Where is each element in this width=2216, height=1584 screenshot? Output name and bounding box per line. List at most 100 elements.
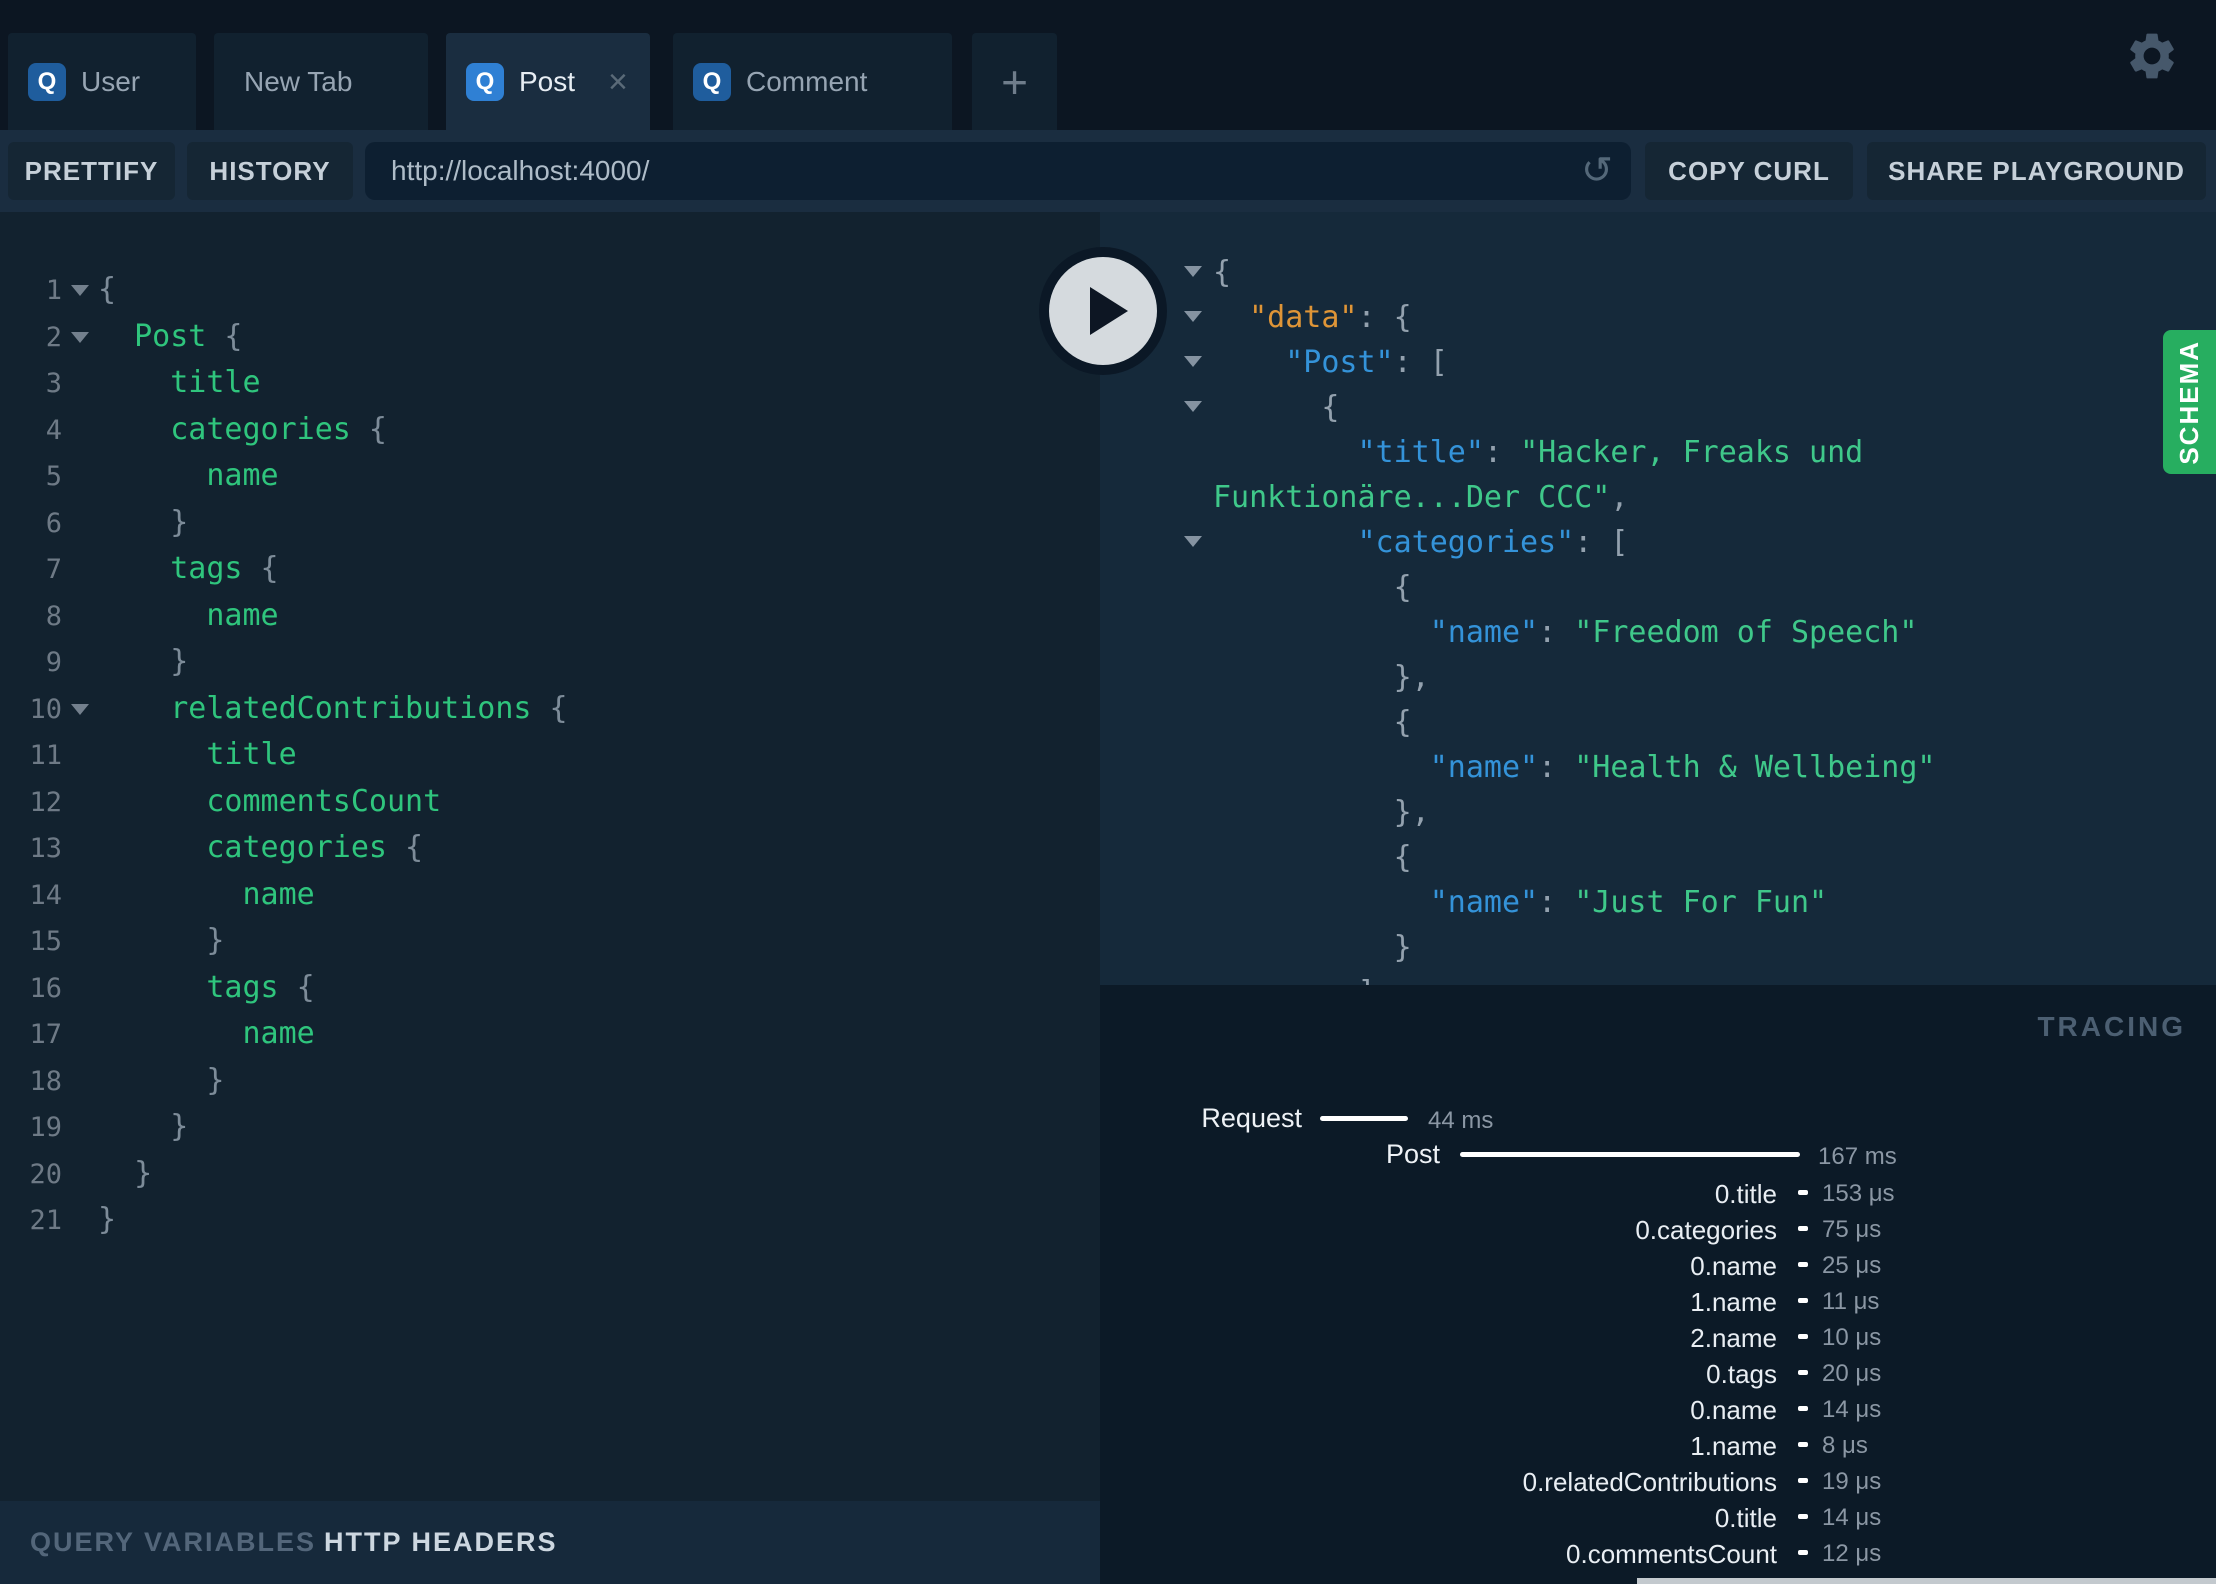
- resolver-bar: [1798, 1226, 1808, 1231]
- response-line: ]: [1100, 970, 2216, 985]
- fold-gutter[interactable]: [62, 314, 98, 360]
- code-line: 14 name: [0, 872, 1100, 919]
- execute-query-button[interactable]: [1039, 247, 1167, 375]
- resolver-path: 0.title: [1714, 1179, 1777, 1209]
- copy-curl-button[interactable]: COPY CURL: [1645, 142, 1853, 200]
- resolver-time: 10 μs: [1822, 1324, 1882, 1351]
- toolbar: PRETTIFY HISTORY http://localhost:4000/ …: [0, 130, 2216, 212]
- query-badge: Q: [28, 62, 66, 101]
- fold-arrow-icon[interactable]: [1184, 356, 1202, 367]
- tracing-row: 1.name 11 μs: [1100, 1283, 2216, 1319]
- code-text: categories {: [98, 411, 387, 447]
- code-text: tags {: [98, 969, 315, 1005]
- fold-gutter[interactable]: [62, 965, 98, 1011]
- response-line: },: [1213, 795, 1430, 830]
- fold-gutter[interactable]: [62, 267, 98, 313]
- close-tab-icon[interactable]: ×: [608, 65, 628, 99]
- line-number: 4: [45, 414, 62, 446]
- settings-gear-icon[interactable]: [2124, 28, 2180, 84]
- response-line: {: [1213, 705, 1412, 740]
- tracing-row: 0.title 153 μs: [1100, 1175, 2216, 1211]
- prettify-button[interactable]: PRETTIFY: [8, 142, 175, 200]
- code-text: Post {: [98, 318, 243, 354]
- line-number: 15: [29, 926, 62, 957]
- line-number: 10: [29, 693, 62, 725]
- code-text: {: [98, 272, 117, 307]
- fold-gutter[interactable]: [62, 1011, 98, 1057]
- response-line: "data": {: [1100, 295, 2216, 340]
- fold-gutter[interactable]: [62, 360, 98, 406]
- add-tab-button[interactable]: +: [972, 33, 1057, 130]
- code-text: }: [98, 1109, 189, 1144]
- resolver-time: 19 μs: [1822, 1468, 1882, 1495]
- fold-arrow-icon[interactable]: [1184, 536, 1202, 547]
- schema-tab[interactable]: SCHEMA: [2163, 330, 2216, 474]
- code-text: }: [98, 644, 189, 679]
- tracing-row: 1.name 8 μs: [1100, 1427, 2216, 1463]
- fold-arrow-icon[interactable]: [71, 285, 89, 296]
- code-line: 7 tags {: [0, 546, 1100, 593]
- code-line: 11 title: [0, 732, 1100, 779]
- fold-gutter[interactable]: [62, 453, 98, 499]
- endpoint-url-text: http://localhost:4000/: [391, 155, 650, 186]
- code-line: 1{: [0, 267, 1100, 314]
- resolver-path: 0.tags: [1706, 1359, 1777, 1389]
- tab-label: User: [81, 65, 141, 97]
- fold-gutter[interactable]: [62, 732, 98, 778]
- query-variables-tab[interactable]: QUERY VARIABLES: [30, 1527, 316, 1558]
- line-number: 6: [45, 507, 62, 539]
- fold-gutter[interactable]: [62, 918, 98, 964]
- fold-arrow-icon[interactable]: [71, 703, 89, 715]
- code-line: 21}: [0, 1197, 1100, 1244]
- code-text: commentsCount: [98, 783, 442, 819]
- endpoint-url-input[interactable]: http://localhost:4000/ ↺: [365, 142, 1631, 200]
- fold-gutter[interactable]: [62, 593, 98, 639]
- code-text: }: [98, 1062, 225, 1098]
- resolver-time: 12 μs: [1822, 1540, 1882, 1567]
- fold-arrow-icon[interactable]: [71, 331, 89, 343]
- tab-post[interactable]: Q Post ×: [446, 33, 650, 130]
- code-line: 10 relatedContributions {: [0, 686, 1100, 733]
- resolver-bar: [1798, 1298, 1808, 1303]
- fold-gutter[interactable]: [62, 779, 98, 825]
- query-editor[interactable]: 1{2 Post {3 title 4 categories {5 name 6 }…: [0, 212, 1100, 1501]
- response-viewer[interactable]: { "data": { "Post": [ { "title": "Hacker…: [1100, 212, 2216, 985]
- line-number: 9: [45, 647, 62, 678]
- reload-endpoint-icon[interactable]: ↺: [1581, 148, 1613, 192]
- tab-label: Post: [519, 65, 576, 97]
- line-number: 20: [29, 1158, 62, 1190]
- fold-gutter[interactable]: [62, 407, 98, 453]
- response-line: "name": "Health & Wellbeing": [1429, 750, 1936, 785]
- fold-gutter[interactable]: [62, 872, 98, 918]
- share-playground-button[interactable]: SHARE PLAYGROUND: [1867, 142, 2206, 200]
- code-line: 17 name: [0, 1011, 1100, 1058]
- resolver-time: 8 μs: [1822, 1432, 1868, 1459]
- tab-new-tab[interactable]: New Tab: [214, 33, 428, 130]
- resolver-bar: [1798, 1190, 1808, 1195]
- fold-arrow-icon[interactable]: [1184, 266, 1202, 277]
- fold-gutter[interactable]: [62, 500, 98, 546]
- tab-bar: Q User New Tab Q Post × Q Comment +: [0, 0, 2216, 130]
- plus-icon: +: [1001, 55, 1028, 108]
- history-button[interactable]: HISTORY: [187, 142, 353, 200]
- http-headers-tab[interactable]: HTTP HEADERS: [324, 1527, 558, 1558]
- tracing-request-label: Request: [1201, 1103, 1302, 1133]
- code-line: 19 }: [0, 1104, 1100, 1151]
- horizontal-scrollbar[interactable]: [1637, 1578, 2216, 1584]
- fold-gutter[interactable]: [62, 546, 98, 592]
- line-number: 19: [29, 1112, 62, 1143]
- fold-gutter[interactable]: [62, 1197, 98, 1243]
- fold-gutter[interactable]: [62, 639, 98, 685]
- fold-gutter[interactable]: [62, 1104, 98, 1150]
- tab-user[interactable]: Q User: [8, 33, 196, 130]
- fold-arrow-icon[interactable]: [1184, 311, 1202, 322]
- fold-gutter[interactable]: [62, 825, 98, 871]
- fold-gutter[interactable]: [62, 1058, 98, 1104]
- fold-gutter[interactable]: [62, 1151, 98, 1197]
- response-line: "categories": [: [1100, 520, 2216, 565]
- fold-arrow-icon[interactable]: [1184, 401, 1202, 412]
- code-text: name: [98, 458, 279, 493]
- fold-gutter[interactable]: [62, 686, 98, 732]
- resolver-bar: [1798, 1550, 1808, 1555]
- tab-comment[interactable]: Q Comment: [673, 33, 952, 130]
